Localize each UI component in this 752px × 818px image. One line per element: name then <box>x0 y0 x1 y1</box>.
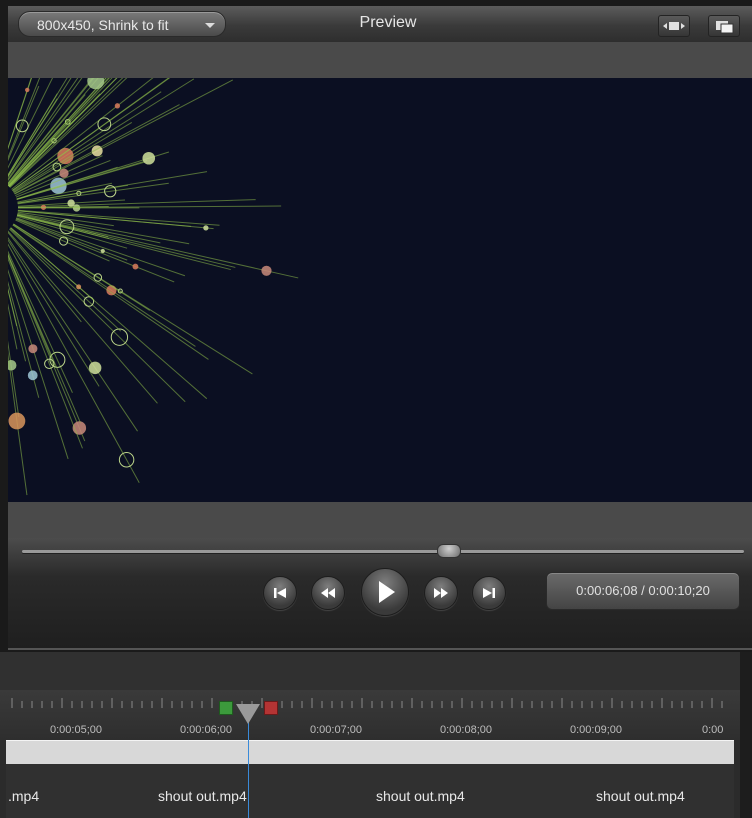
preview-size-label: 800x450, Shrink to fit <box>37 17 169 33</box>
previous-clip-icon <box>274 588 286 598</box>
clip-label[interactable]: .mp4 <box>8 788 39 804</box>
fit-view-button[interactable] <box>658 15 690 37</box>
ruler-label: 0:00:05;00 <box>50 724 102 736</box>
fast-forward-button[interactable] <box>424 576 458 610</box>
play-button[interactable] <box>361 568 409 616</box>
clip-label[interactable]: shout out.mp4 <box>158 788 247 804</box>
preview-title: Preview <box>359 14 417 31</box>
scrub-bar[interactable] <box>22 550 744 553</box>
track-selection-band[interactable] <box>6 740 734 765</box>
timeline-scrollbar[interactable] <box>740 652 752 818</box>
ruler-label: 0:00:09;00 <box>570 724 622 736</box>
ruler-label: 0:00:06;00 <box>180 724 232 736</box>
previous-clip-button[interactable] <box>263 576 297 610</box>
detach-window-icon <box>716 21 734 34</box>
video-preview-canvas[interactable] <box>8 78 752 502</box>
timeline-toolbar-area <box>0 652 740 690</box>
ruler-ticks <box>11 698 723 708</box>
rewind-icon <box>321 588 335 598</box>
timeline-panel: 0:00:05;00 0:00:06;00 0:00:07;00 0:00:08… <box>0 652 752 818</box>
ruler-label: 0:00:07;00 <box>310 724 362 736</box>
preview-size-dropdown[interactable]: 800x450, Shrink to fit <box>18 11 226 37</box>
preview-header: 800x450, Shrink to fit Preview <box>8 6 752 43</box>
timecode-display: 0:00:06;08 / 0:00:10;20 <box>546 572 740 610</box>
fast-forward-icon <box>434 588 448 598</box>
clip-label[interactable]: shout out.mp4 <box>376 788 465 804</box>
rewind-button[interactable] <box>311 576 345 610</box>
detach-window-button[interactable] <box>708 15 740 37</box>
clip-label[interactable]: shout out.mp4 <box>596 788 685 804</box>
ruler-label: 0:00:08;00 <box>440 724 492 736</box>
next-clip-icon <box>483 588 495 598</box>
playback-controls: 0:00:06;08 / 0:00:10;20 <box>8 538 752 650</box>
next-clip-button[interactable] <box>472 576 506 610</box>
in-point-marker[interactable] <box>219 701 233 715</box>
canvas-bottom-margin <box>8 502 752 538</box>
canvas-top-margin <box>8 42 752 78</box>
out-point-marker[interactable] <box>264 701 278 715</box>
ruler-label: 0:00 <box>702 724 724 736</box>
playhead-line <box>248 712 249 818</box>
chevron-down-icon <box>205 23 215 28</box>
playhead-handle[interactable] <box>236 704 260 724</box>
video-frame-burst-graphic <box>8 78 299 496</box>
scrub-handle[interactable] <box>436 544 461 558</box>
fit-view-icon <box>663 22 685 30</box>
play-icon <box>379 581 395 603</box>
